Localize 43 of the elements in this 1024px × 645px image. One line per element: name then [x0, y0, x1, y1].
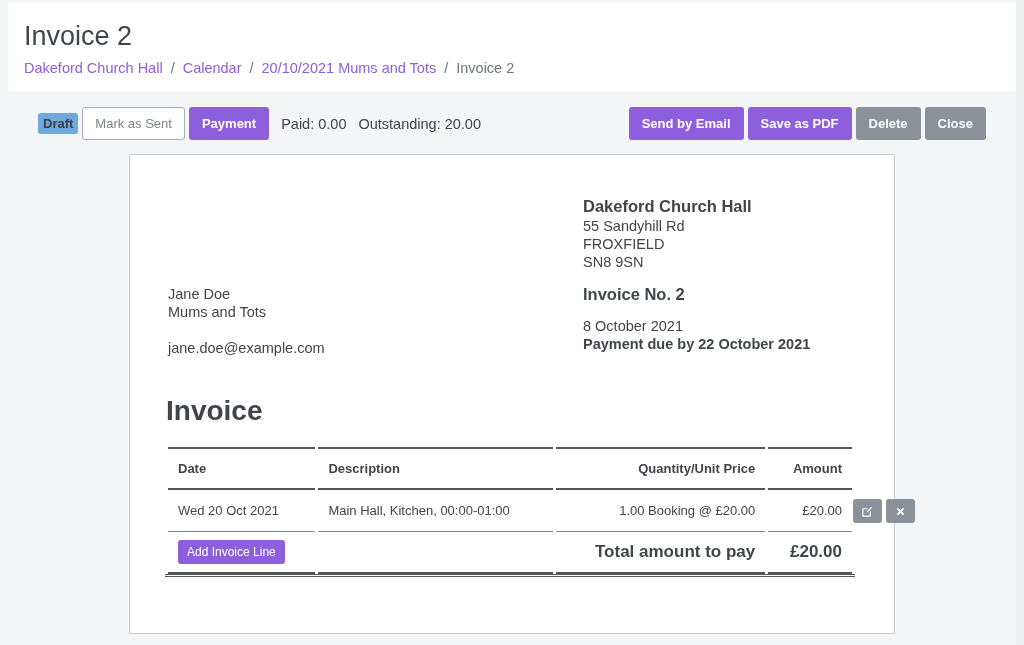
recipient-line: Mums and Tots: [168, 303, 268, 321]
delete-line-button[interactable]: [886, 499, 915, 523]
paid-amount: Paid: 0.00: [281, 115, 347, 132]
breadcrumb-link[interactable]: Calendar: [182, 60, 242, 76]
issuer-address-line: 55 Sandyhill Rd: [583, 217, 686, 235]
edit-button[interactable]: [853, 499, 882, 523]
recipient-line: Jane Doe: [168, 285, 232, 303]
table-cell: £20.00: [768, 490, 852, 532]
status-badge: Draft: [38, 113, 79, 134]
table-cell: 1.00 Booking @ £20.00: [555, 490, 766, 532]
toolbar-button[interactable]: Mark as Sent: [82, 107, 185, 140]
outstanding-amount: Outstanding: 20.00: [358, 115, 481, 132]
breadcrumb-separator: /: [444, 60, 449, 76]
toolbar-button[interactable]: Close: [924, 107, 986, 140]
breadcrumb-link[interactable]: 20/10/2021 Mums and Tots: [261, 60, 437, 76]
issuer-address-line: FROXFIELD: [583, 235, 666, 253]
column-header: Quantity/Unit Price: [555, 447, 766, 490]
total-amount: £20.00: [768, 532, 852, 574]
invoice-number: Invoice No. 2: [583, 285, 686, 303]
breadcrumb-separator: /: [249, 60, 254, 76]
add-invoice-line-button[interactable]: Add Invoice Line: [178, 540, 285, 564]
page-title: Invoice 2: [24, 21, 134, 52]
column-header: Date: [168, 447, 316, 490]
toolbar-button[interactable]: Delete: [855, 107, 921, 140]
toolbar-button[interactable]: Send by Email: [628, 107, 744, 140]
issuer-address-line: SN8 9SN: [583, 253, 645, 271]
column-header: Amount: [768, 447, 852, 490]
column-header: Description: [318, 447, 553, 490]
table-cell: Wed 20 Oct 2021: [168, 490, 316, 532]
pencil-icon: [862, 505, 873, 517]
breadcrumb-separator: /: [170, 60, 175, 76]
breadcrumb-link[interactable]: Dakeford Church Hall: [24, 60, 163, 76]
issuer-name: Dakeford Church Hall: [583, 196, 753, 217]
payment-due: Payment due by 22 October 2021: [583, 335, 811, 353]
close-icon: [896, 506, 905, 516]
invoice-heading: Invoice: [166, 395, 264, 427]
invoice-date: 8 October 2021: [583, 317, 684, 335]
breadcrumb-current: Invoice 2: [456, 60, 515, 76]
total-label: Total amount to pay: [555, 532, 766, 574]
recipient-email: jane.doe@example.com: [168, 339, 326, 357]
toolbar-button[interactable]: Payment: [188, 107, 270, 140]
toolbar-button[interactable]: Save as PDF: [747, 107, 852, 140]
table-cell: Main Hall, Kitchen, 00:00-01:00: [318, 490, 553, 532]
